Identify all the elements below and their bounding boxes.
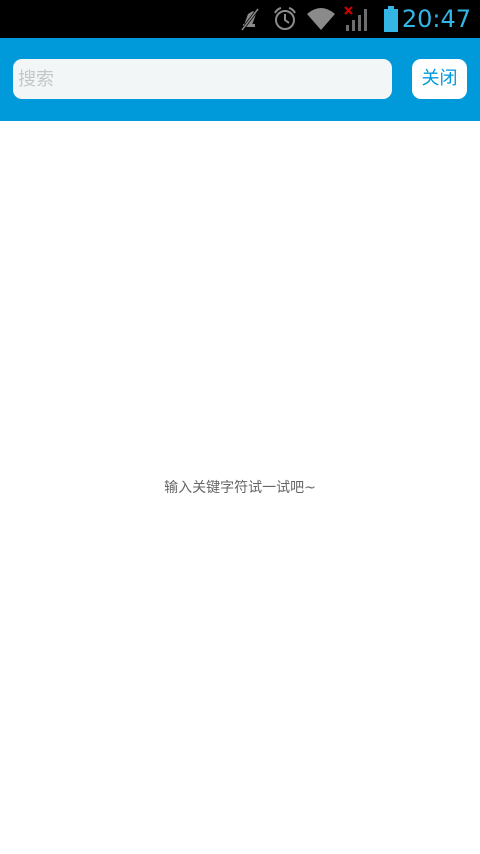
signal-no-service-icon (344, 6, 367, 31)
status-bar: 20:47 (0, 0, 480, 38)
search-header: 关闭 (0, 38, 480, 121)
wifi-icon (307, 8, 335, 30)
alarm-icon (274, 7, 296, 30)
mute-icon (240, 8, 260, 31)
empty-state-hint: 输入关键字符试一试吧~ (164, 480, 316, 496)
status-time: 20:47 (401, 5, 471, 33)
battery-icon (384, 6, 398, 32)
search-input[interactable] (13, 59, 392, 99)
close-button[interactable]: 关闭 (412, 59, 467, 99)
